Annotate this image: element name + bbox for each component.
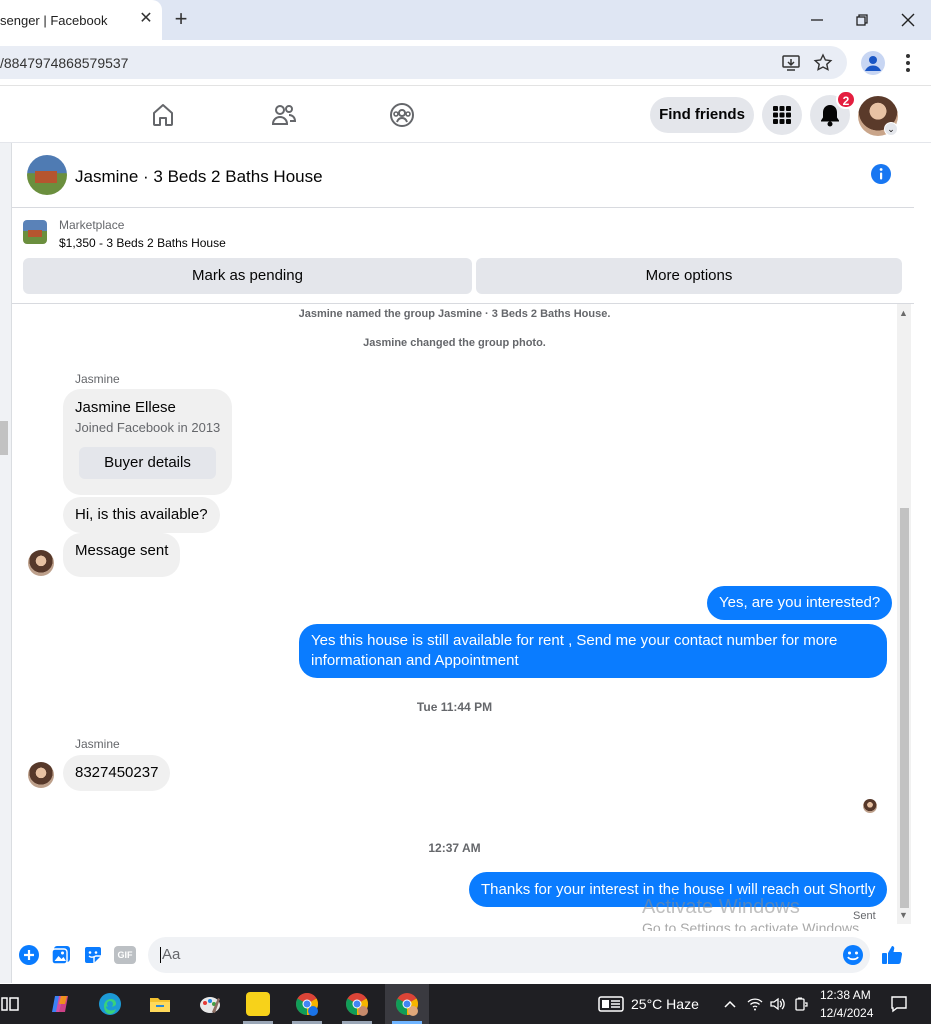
tab-title: senger | Facebook bbox=[0, 13, 108, 28]
notification-center-icon[interactable] bbox=[890, 995, 908, 1013]
chat-header: Jasmine · 3 Beds 2 Baths House bbox=[12, 143, 914, 208]
message-scrollbar-thumb[interactable] bbox=[900, 508, 909, 908]
tab-close-icon[interactable]: ✕ bbox=[136, 9, 156, 29]
address-bar: /8847974868579537 bbox=[0, 40, 931, 86]
message-bubble-outgoing[interactable]: Yes, are you interested? bbox=[707, 586, 893, 620]
plus-circle-icon[interactable] bbox=[18, 944, 40, 966]
sender-name: Jasmine bbox=[75, 372, 120, 386]
message-bubble-incoming[interactable]: Hi, is this available? bbox=[63, 497, 220, 533]
sent-status: Sent bbox=[853, 910, 876, 922]
listing-price-title[interactable]: $1,350 - 3 Beds 2 Baths House bbox=[59, 236, 226, 250]
system-message: Jasmine changed the group photo. bbox=[363, 337, 546, 349]
browser-tab-bar: senger | Facebook ✕ + bbox=[0, 0, 931, 40]
bookmark-star-icon[interactable] bbox=[813, 53, 833, 73]
message-line: informationan and Appointment bbox=[311, 652, 519, 669]
photo-icon[interactable] bbox=[50, 944, 72, 966]
group-photo[interactable] bbox=[27, 155, 67, 195]
sender-avatar[interactable] bbox=[28, 762, 54, 788]
left-scrollbar-thumb[interactable] bbox=[0, 421, 8, 455]
chrome-profile-a-icon[interactable] bbox=[295, 992, 319, 1016]
message-input-placeholder: Aa bbox=[160, 946, 181, 963]
chat-title[interactable]: Jasmine · 3 Beds 2 Baths House bbox=[75, 167, 323, 187]
volume-icon[interactable] bbox=[769, 996, 785, 1012]
more-options-button[interactable]: More options bbox=[476, 258, 902, 294]
chrome-profile-b-icon[interactable] bbox=[345, 992, 369, 1016]
marketplace-listing-banner: Marketplace $1,350 - 3 Beds 2 Baths Hous… bbox=[12, 208, 914, 304]
message-thread: Jasmine named the group Jasmine · 3 Beds… bbox=[12, 304, 897, 936]
scroll-up-icon[interactable]: ▲ bbox=[899, 308, 908, 318]
message-bubble-incoming[interactable]: Message sent bbox=[63, 533, 181, 577]
left-panel-edge bbox=[0, 143, 12, 983]
groups-icon[interactable] bbox=[388, 101, 416, 129]
grid-menu-icon bbox=[773, 106, 791, 124]
message-input[interactable]: Aa bbox=[148, 937, 870, 973]
sticky-notes-icon[interactable] bbox=[246, 992, 270, 1016]
find-friends-button[interactable]: Find friends bbox=[650, 97, 754, 133]
thumbs-up-icon[interactable] bbox=[880, 943, 904, 967]
activate-windows-watermark: Activate Windows bbox=[642, 896, 800, 918]
menu-button[interactable] bbox=[762, 95, 802, 135]
sticker-icon[interactable] bbox=[82, 944, 104, 966]
timestamp: Tue 11:44 PM bbox=[416, 700, 493, 714]
close-window-icon[interactable] bbox=[896, 8, 920, 32]
friends-icon[interactable] bbox=[270, 101, 298, 129]
copilot-icon[interactable] bbox=[49, 992, 73, 1016]
weather-text[interactable]: 25°C Haze bbox=[631, 996, 699, 1012]
sender-name: Jasmine bbox=[75, 737, 120, 751]
paint-icon[interactable] bbox=[198, 992, 222, 1016]
weather-news-icon[interactable] bbox=[598, 996, 624, 1012]
info-icon[interactable] bbox=[870, 163, 892, 185]
home-icon[interactable] bbox=[149, 101, 177, 129]
timestamp: 12:37 AM bbox=[428, 841, 481, 855]
system-message: Jasmine named the group Jasmine · 3 Beds… bbox=[298, 308, 611, 320]
restore-icon[interactable] bbox=[850, 8, 874, 32]
edge-icon[interactable] bbox=[98, 992, 122, 1016]
browser-menu-icon[interactable] bbox=[900, 52, 916, 74]
emoji-icon[interactable] bbox=[842, 944, 864, 966]
buyer-joined: Joined Facebook in 2013 bbox=[75, 420, 221, 435]
buyer-details-button[interactable]: Buyer details bbox=[79, 447, 216, 479]
message-composer: GIF Aa bbox=[12, 931, 931, 983]
browser-tab[interactable]: senger | Facebook ✕ bbox=[0, 0, 162, 40]
wifi-icon[interactable] bbox=[747, 996, 763, 1012]
windows-taskbar: 25°C Haze 12:38 AM 12/4/2024 bbox=[0, 984, 931, 1024]
file-explorer-icon[interactable] bbox=[148, 992, 172, 1016]
message-bubble-incoming[interactable]: 8327450237 bbox=[63, 755, 171, 791]
buyer-card: Jasmine Ellese Joined Facebook in 2013 B… bbox=[63, 389, 232, 495]
url-text[interactable]: /8847974868579537 bbox=[0, 55, 128, 71]
task-view-icon[interactable] bbox=[0, 992, 20, 1016]
message-bubble-outgoing[interactable]: Yes this house is still available for re… bbox=[299, 624, 887, 678]
seen-by-avatar bbox=[863, 799, 877, 813]
clock-time[interactable]: 12:38 AM bbox=[820, 988, 871, 1002]
buyer-name: Jasmine Ellese bbox=[75, 399, 176, 416]
minimize-icon[interactable] bbox=[805, 8, 829, 32]
omnibox[interactable]: /8847974868579537 bbox=[0, 46, 847, 79]
listing-thumbnail[interactable] bbox=[23, 220, 47, 244]
facebook-top-nav: Find friends 2 ⌄ bbox=[0, 87, 931, 143]
chevron-down-icon[interactable]: ⌄ bbox=[884, 122, 898, 136]
notification-badge: 2 bbox=[836, 90, 856, 109]
browser-profile-icon[interactable] bbox=[861, 51, 885, 75]
scroll-down-icon[interactable]: ▼ bbox=[899, 910, 908, 920]
clock-date[interactable]: 12/4/2024 bbox=[820, 1006, 873, 1020]
tray-chevron-up-icon[interactable] bbox=[722, 996, 738, 1012]
chrome-profile-c-icon bbox=[396, 993, 418, 1016]
new-tab-icon[interactable]: + bbox=[170, 8, 192, 30]
message-line: Yes this house is still available for re… bbox=[311, 632, 838, 649]
mark-as-pending-button[interactable]: Mark as pending bbox=[23, 258, 472, 294]
gif-icon[interactable]: GIF bbox=[114, 946, 136, 964]
sender-avatar[interactable] bbox=[28, 550, 54, 576]
battery-icon[interactable] bbox=[793, 996, 809, 1012]
taskbar-active-app[interactable] bbox=[385, 984, 429, 1024]
install-app-icon[interactable] bbox=[781, 53, 801, 73]
listing-label: Marketplace bbox=[59, 218, 125, 232]
